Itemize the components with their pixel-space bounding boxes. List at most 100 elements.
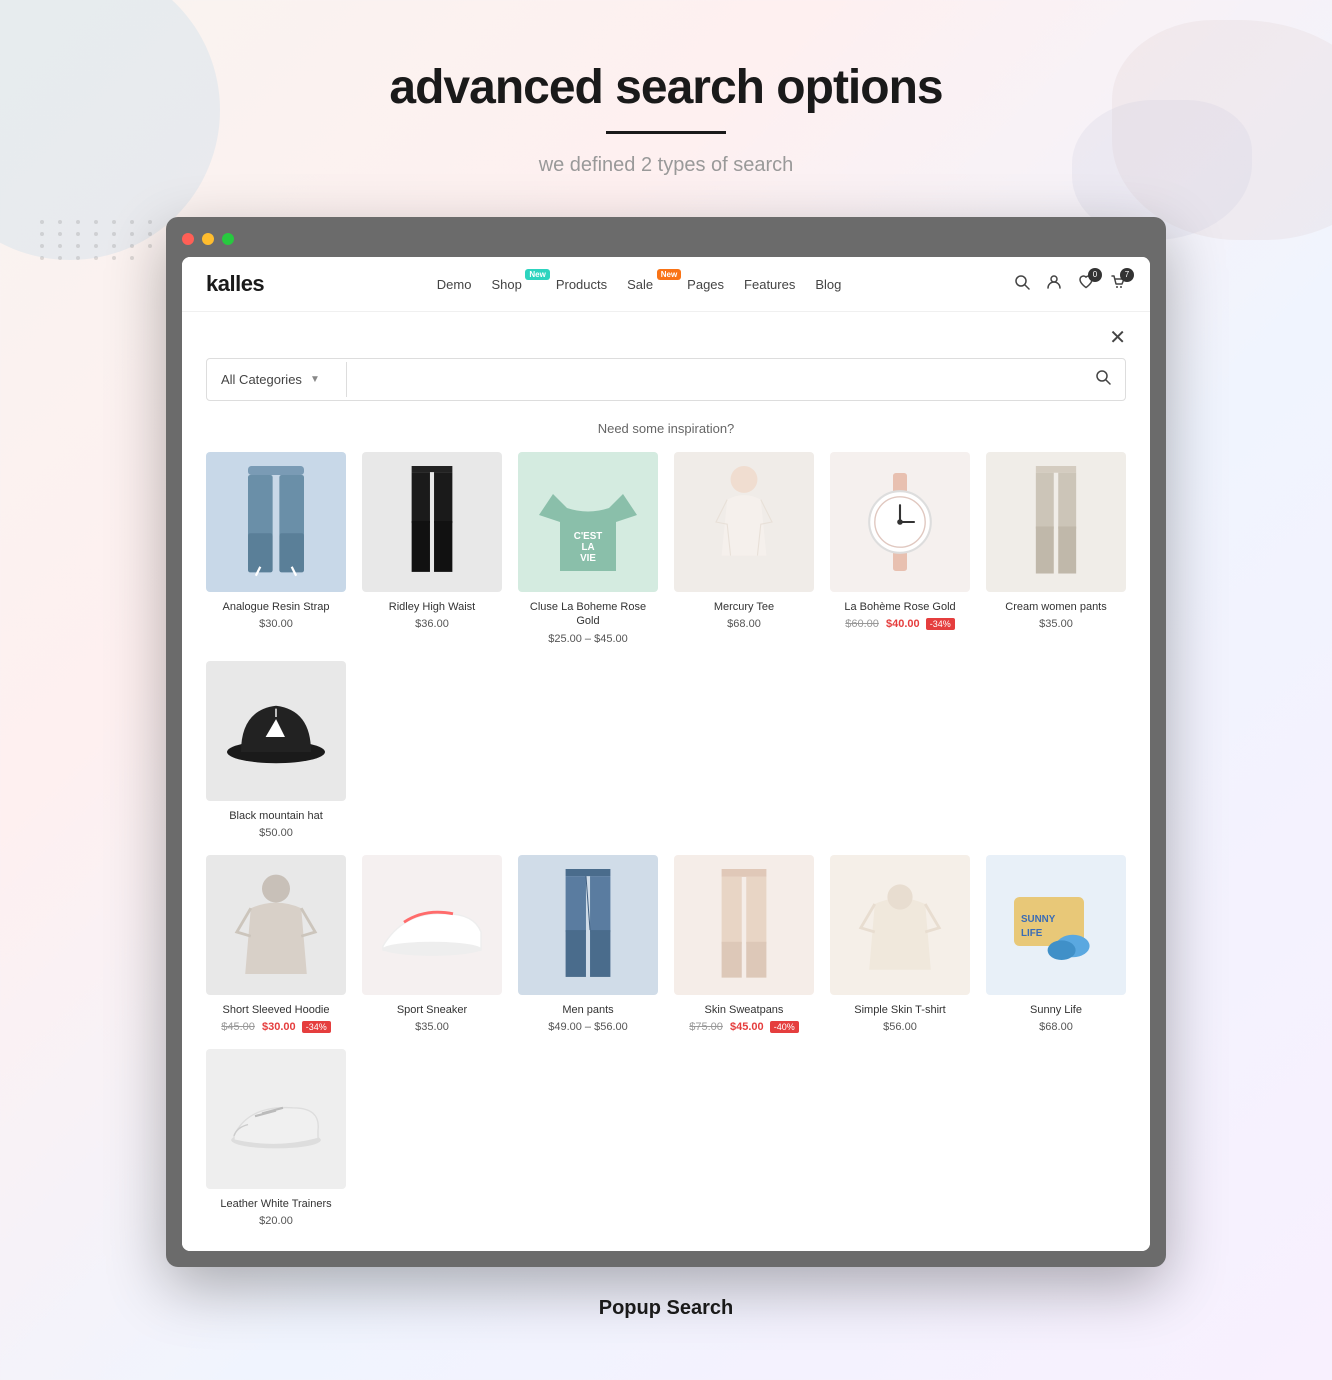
product-price-9: $35.00 bbox=[362, 1021, 502, 1033]
category-label: All Categories bbox=[221, 372, 302, 387]
product-name-12: Simple Skin T-shirt bbox=[830, 1003, 970, 1017]
sale-badge-8: -34% bbox=[302, 1021, 331, 1033]
sale-badge: New bbox=[657, 269, 681, 280]
browser-minimize-dot[interactable] bbox=[202, 233, 214, 245]
product-image-7 bbox=[206, 661, 346, 801]
product-card-5[interactable]: La Bohème Rose Gold $60.00 $40.00 -34% bbox=[830, 452, 970, 645]
product-price-7: $50.00 bbox=[206, 827, 346, 839]
close-button[interactable]: ✕ bbox=[1109, 328, 1126, 348]
sale-badge-11: -40% bbox=[770, 1021, 799, 1033]
original-price-11: $75.00 bbox=[689, 1021, 723, 1033]
product-price-4: $68.00 bbox=[674, 618, 814, 630]
store-logo: kalles bbox=[206, 271, 264, 297]
product-image-6 bbox=[986, 452, 1126, 592]
page-title: advanced search options bbox=[20, 60, 1312, 115]
product-card-9[interactable]: Sport Sneaker $35.00 bbox=[362, 855, 502, 1033]
product-price-3: $25.00 – $45.00 bbox=[518, 633, 658, 645]
product-card-1[interactable]: Analogue Resin Strap $30.00 bbox=[206, 452, 346, 645]
product-name-9: Sport Sneaker bbox=[362, 1003, 502, 1017]
product-card-7[interactable]: Black mountain hat $50.00 bbox=[206, 661, 346, 839]
product-name-1: Analogue Resin Strap bbox=[206, 600, 346, 614]
product-price-1: $30.00 bbox=[206, 618, 346, 630]
products-grid-row2: Short Sleeved Hoodie $45.00 $30.00 -34% bbox=[206, 855, 1126, 1228]
store-icons: 0 7 bbox=[1014, 274, 1126, 295]
header-user-icon[interactable] bbox=[1046, 274, 1062, 295]
product-card-10[interactable]: Men pants $49.00 – $56.00 bbox=[518, 855, 658, 1033]
product-card-8[interactable]: Short Sleeved Hoodie $45.00 $30.00 -34% bbox=[206, 855, 346, 1033]
product-name-2: Ridley High Waist bbox=[362, 600, 502, 614]
original-price-8: $45.00 bbox=[221, 1021, 255, 1033]
product-name-6: Cream women pants bbox=[986, 600, 1126, 614]
product-name-13: Sunny Life bbox=[986, 1003, 1126, 1017]
page-subtitle: we defined 2 types of search bbox=[20, 154, 1312, 177]
sale-price-5: $40.00 bbox=[886, 618, 920, 630]
header-wishlist-icon[interactable]: 0 bbox=[1078, 274, 1094, 295]
nav-item-products[interactable]: Products bbox=[556, 277, 607, 292]
store-header: kalles Demo Shop New Products Sale New P… bbox=[182, 257, 1150, 312]
product-card-11[interactable]: Skin Sweatpans $75.00 $45.00 -40% bbox=[674, 855, 814, 1033]
product-name-10: Men pants bbox=[518, 1003, 658, 1017]
product-card-12[interactable]: Simple Skin T-shirt $56.00 bbox=[830, 855, 970, 1033]
nav-item-demo[interactable]: Demo bbox=[437, 277, 472, 292]
product-price-12: $56.00 bbox=[830, 1021, 970, 1033]
product-image-14 bbox=[206, 1049, 346, 1189]
product-image-9 bbox=[362, 855, 502, 995]
title-divider bbox=[606, 131, 726, 134]
product-image-1 bbox=[206, 452, 346, 592]
product-price-5: $60.00 $40.00 -34% bbox=[830, 618, 970, 630]
inspiration-label: Need some inspiration? bbox=[206, 421, 1126, 436]
original-price-5: $60.00 bbox=[845, 618, 879, 630]
chevron-down-icon: ▼ bbox=[310, 374, 320, 385]
nav-item-blog[interactable]: Blog bbox=[815, 277, 841, 292]
product-name-3: Cluse La Boheme Rose Gold bbox=[518, 600, 658, 629]
product-image-4 bbox=[674, 452, 814, 592]
product-card-13[interactable]: SUNNY LIFE Sunny Life $68.00 bbox=[986, 855, 1126, 1033]
sale-price-8: $30.00 bbox=[262, 1021, 296, 1033]
product-price-13: $68.00 bbox=[986, 1021, 1126, 1033]
product-name-14: Leather White Trainers bbox=[206, 1197, 346, 1211]
product-price-2: $36.00 bbox=[362, 618, 502, 630]
header-search-icon[interactable] bbox=[1014, 274, 1030, 295]
store-nav: Demo Shop New Products Sale New Pages Fe… bbox=[437, 277, 842, 292]
product-card-14[interactable]: Leather White Trainers $20.00 bbox=[206, 1049, 346, 1227]
sale-price-11: $45.00 bbox=[730, 1021, 764, 1033]
product-price-8: $45.00 $30.00 -34% bbox=[206, 1021, 346, 1033]
svg-text:LA: LA bbox=[581, 542, 594, 553]
product-name-5: La Bohème Rose Gold bbox=[830, 600, 970, 614]
search-popup: ✕ All Categories ▼ Need some bbox=[182, 312, 1150, 1251]
nav-item-shop[interactable]: Shop New bbox=[491, 277, 535, 292]
search-category-dropdown[interactable]: All Categories ▼ bbox=[207, 362, 347, 397]
search-submit-icon[interactable] bbox=[1081, 359, 1125, 400]
svg-text:VIE: VIE bbox=[580, 553, 596, 564]
modal-content: kalles Demo Shop New Products Sale New P… bbox=[182, 257, 1150, 1251]
search-bar: All Categories ▼ bbox=[206, 358, 1126, 401]
product-price-14: $20.00 bbox=[206, 1215, 346, 1227]
product-price-10: $49.00 – $56.00 bbox=[518, 1021, 658, 1033]
product-name-8: Short Sleeved Hoodie bbox=[206, 1003, 346, 1017]
sale-badge-5: -34% bbox=[926, 618, 955, 630]
search-input[interactable] bbox=[347, 362, 1081, 398]
product-image-12 bbox=[830, 855, 970, 995]
product-card-4[interactable]: Mercury Tee $68.00 bbox=[674, 452, 814, 645]
nav-item-sale[interactable]: Sale New bbox=[627, 277, 667, 292]
product-card-3[interactable]: C'EST LA VIE Cluse La Boheme Rose Gold $… bbox=[518, 452, 658, 645]
svg-text:C'EST: C'EST bbox=[574, 531, 602, 542]
product-image-3: C'EST LA VIE bbox=[518, 452, 658, 592]
browser-maximize-dot[interactable] bbox=[222, 233, 234, 245]
product-card-6[interactable]: Cream women pants $35.00 bbox=[986, 452, 1126, 645]
product-image-5 bbox=[830, 452, 970, 592]
wishlist-count: 0 bbox=[1088, 268, 1102, 282]
browser-close-dot[interactable] bbox=[182, 233, 194, 245]
popup-search-label: Popup Search bbox=[20, 1297, 1312, 1320]
products-grid-row1: Analogue Resin Strap $30.00 bbox=[206, 452, 1126, 839]
product-image-8 bbox=[206, 855, 346, 995]
product-price-11: $75.00 $45.00 -40% bbox=[674, 1021, 814, 1033]
nav-item-pages[interactable]: Pages bbox=[687, 277, 724, 292]
product-price-6: $35.00 bbox=[986, 618, 1126, 630]
header-cart-icon[interactable]: 7 bbox=[1110, 274, 1126, 295]
nav-item-features[interactable]: Features bbox=[744, 277, 795, 292]
product-card-2[interactable]: Ridley High Waist $36.00 bbox=[362, 452, 502, 645]
product-image-11 bbox=[674, 855, 814, 995]
product-name-7: Black mountain hat bbox=[206, 809, 346, 823]
product-name-4: Mercury Tee bbox=[674, 600, 814, 614]
